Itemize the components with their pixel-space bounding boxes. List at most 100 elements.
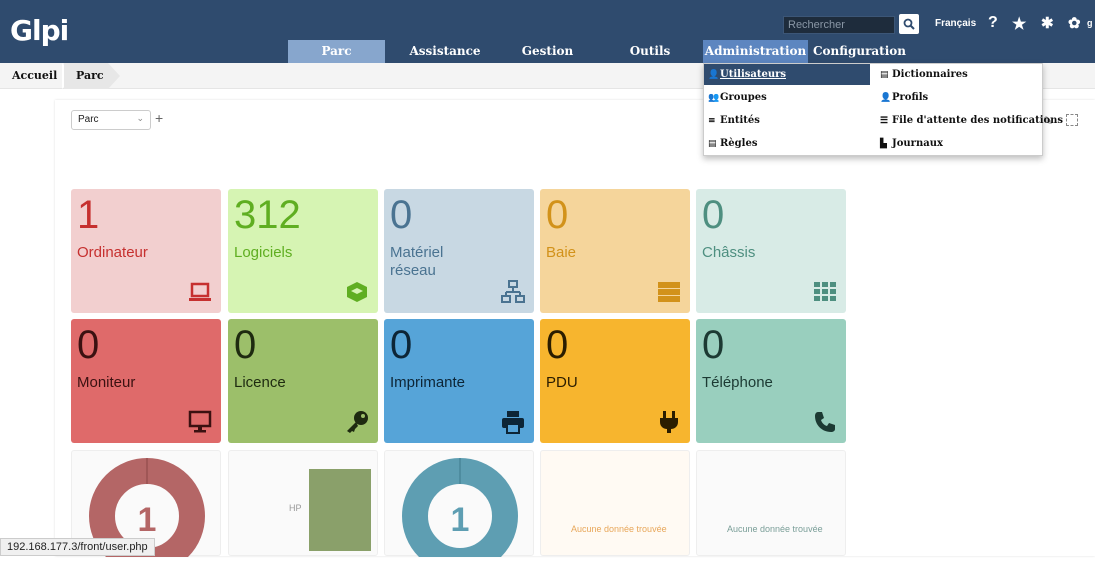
- user-check-icon: 👤: [880, 93, 892, 103]
- list-icon: ☰: [880, 116, 889, 126]
- tile-label: Matériel réseau: [390, 244, 444, 279]
- user-icon: 👤: [708, 70, 720, 80]
- tile-count: 0: [77, 323, 100, 367]
- menu-label: Dictionnaires: [892, 69, 968, 80]
- menu-item-profils[interactable]: 👤Profils: [876, 87, 1042, 108]
- tile-count: 0: [702, 323, 725, 367]
- menu-item-groupes[interactable]: 👥Groupes: [704, 87, 870, 108]
- tab-gestion[interactable]: Gestion: [510, 40, 585, 63]
- tab-assistance[interactable]: Assistance: [400, 40, 490, 63]
- chart-network-types: 1: [384, 450, 534, 562]
- tile-ordinateur[interactable]: 1 Ordinateur: [71, 189, 221, 313]
- cube-icon: [344, 279, 370, 305]
- star-icon[interactable]: ★: [1012, 14, 1026, 34]
- tile-logiciels[interactable]: 312 Logiciels: [228, 189, 378, 313]
- tile-label: Logiciels: [234, 244, 293, 261]
- chart-empty-2: Aucune donnée trouvée: [696, 450, 846, 556]
- breadcrumb-accueil[interactable]: Accueil: [12, 63, 57, 89]
- gear-icon[interactable]: ✿: [1068, 14, 1081, 32]
- tab-configuration[interactable]: Configuration: [812, 40, 907, 63]
- menu-item-regles[interactable]: ▤ Règles: [704, 133, 870, 154]
- menu-label: Groupes: [720, 92, 767, 103]
- book-icon: ▤: [880, 70, 889, 80]
- menu-label: Règles: [720, 138, 758, 149]
- key-icon: [344, 409, 370, 435]
- status-url-bar: 192.168.177.3/front/user.php: [0, 538, 155, 556]
- menu-item-journaux[interactable]: ▙ Journaux: [876, 133, 1042, 154]
- donut-value: 1: [451, 501, 470, 539]
- tile-matériel-réseau[interactable]: 0 Matériel réseau: [384, 189, 534, 313]
- main-nav: Parc Assistance Gestion Outils Administr…: [0, 40, 1095, 63]
- book-icon: ▤: [708, 139, 717, 149]
- tile-label: Licence: [234, 374, 286, 391]
- users-icon: 👥: [708, 93, 720, 103]
- search-button[interactable]: [899, 14, 919, 34]
- breadcrumb-separator: [108, 63, 120, 89]
- printer-icon: [500, 409, 526, 435]
- chart-empty-1: Aucune donnée trouvée: [540, 450, 690, 556]
- fullscreen-icon[interactable]: [1066, 114, 1078, 126]
- tile-label: Moniteur: [77, 374, 136, 391]
- chevron-down-icon: ⌄: [136, 113, 144, 123]
- help-icon[interactable]: ?: [988, 14, 998, 32]
- tile-label: Baie: [546, 244, 577, 261]
- tab-administration[interactable]: Administration: [703, 40, 808, 63]
- tile-count: 0: [546, 193, 569, 237]
- dashboard-select[interactable]: Parc ⌄: [71, 110, 151, 130]
- tile-imprimante[interactable]: 0 Imprimante: [384, 319, 534, 443]
- add-dashboard-button[interactable]: +: [155, 110, 163, 126]
- tile-téléphone[interactable]: 0 Téléphone: [696, 319, 846, 443]
- tile-count: 1: [77, 193, 100, 237]
- user-menu[interactable]: g: [1087, 18, 1093, 28]
- tile-baie[interactable]: 0 Baie: [540, 189, 690, 313]
- tab-outils[interactable]: Outils: [615, 40, 685, 63]
- tile-licence[interactable]: 0 Licence: [228, 319, 378, 443]
- tile-count: 312: [234, 193, 301, 237]
- menu-label: Profils: [892, 92, 929, 103]
- tile-label: Imprimante: [390, 374, 466, 391]
- menu-item-notification-queue[interactable]: ☰ File d'attente des notifications: [876, 110, 1063, 131]
- grid-icon: [812, 279, 838, 305]
- top-header: Glpi Rechercher Français ? ★ ✱ ✿ g Parc …: [0, 0, 1095, 63]
- bar-label: HP: [289, 503, 302, 513]
- phone-icon: [812, 409, 838, 435]
- tile-count: 0: [234, 323, 257, 367]
- menu-label: Journaux: [892, 138, 943, 149]
- donut-value: 1: [138, 501, 157, 539]
- tile-label: Châssis: [702, 244, 756, 261]
- menu-label: Utilisateurs: [720, 69, 786, 80]
- tile-label: Téléphone: [702, 374, 773, 391]
- menu-label: Entités: [720, 115, 760, 126]
- breadcrumb-parc[interactable]: Parc: [64, 63, 108, 89]
- dashboard-select-value: Parc: [78, 114, 99, 125]
- menu-label: File d'attente des notifications: [892, 115, 1064, 126]
- tile-label: PDU: [546, 374, 578, 391]
- search-input[interactable]: Rechercher: [783, 16, 895, 34]
- tab-parc[interactable]: Parc: [288, 40, 385, 63]
- bar-hp: [309, 469, 371, 551]
- no-data-text: Aucune donnée trouvée: [727, 524, 823, 534]
- layers-icon: ≡: [708, 116, 716, 126]
- tile-count: 0: [390, 193, 413, 237]
- menu-item-entites[interactable]: ≡ Entités: [704, 110, 870, 131]
- monitor-icon: [187, 409, 213, 435]
- tile-count: 0: [546, 323, 569, 367]
- search-icon: [903, 18, 915, 30]
- tile-count: 0: [390, 323, 413, 367]
- menu-item-dictionnaires[interactable]: ▤ Dictionnaires: [876, 64, 1042, 85]
- no-data-text: Aucune donnée trouvée: [571, 524, 667, 534]
- plug-icon: [656, 409, 682, 435]
- administration-dropdown: 👤Utilisateurs 👥Groupes ≡ Entités ▤ Règles …: [703, 63, 1063, 156]
- tile-moniteur[interactable]: 0 Moniteur: [71, 319, 221, 443]
- laptop-icon: [187, 279, 213, 305]
- tile-châssis[interactable]: 0 Châssis: [696, 189, 846, 313]
- chart-manufacturers: HP: [228, 450, 378, 556]
- server-icon: [656, 279, 682, 305]
- tile-count: 0: [702, 193, 725, 237]
- journal-icon: ▙: [880, 139, 887, 149]
- tile-pdu[interactable]: 0 PDU: [540, 319, 690, 443]
- menu-item-utilisateurs[interactable]: 👤Utilisateurs: [704, 64, 870, 85]
- language-selector[interactable]: Français: [935, 18, 976, 29]
- donut-chart: 1: [402, 458, 518, 562]
- bug-icon[interactable]: ✱: [1041, 14, 1054, 32]
